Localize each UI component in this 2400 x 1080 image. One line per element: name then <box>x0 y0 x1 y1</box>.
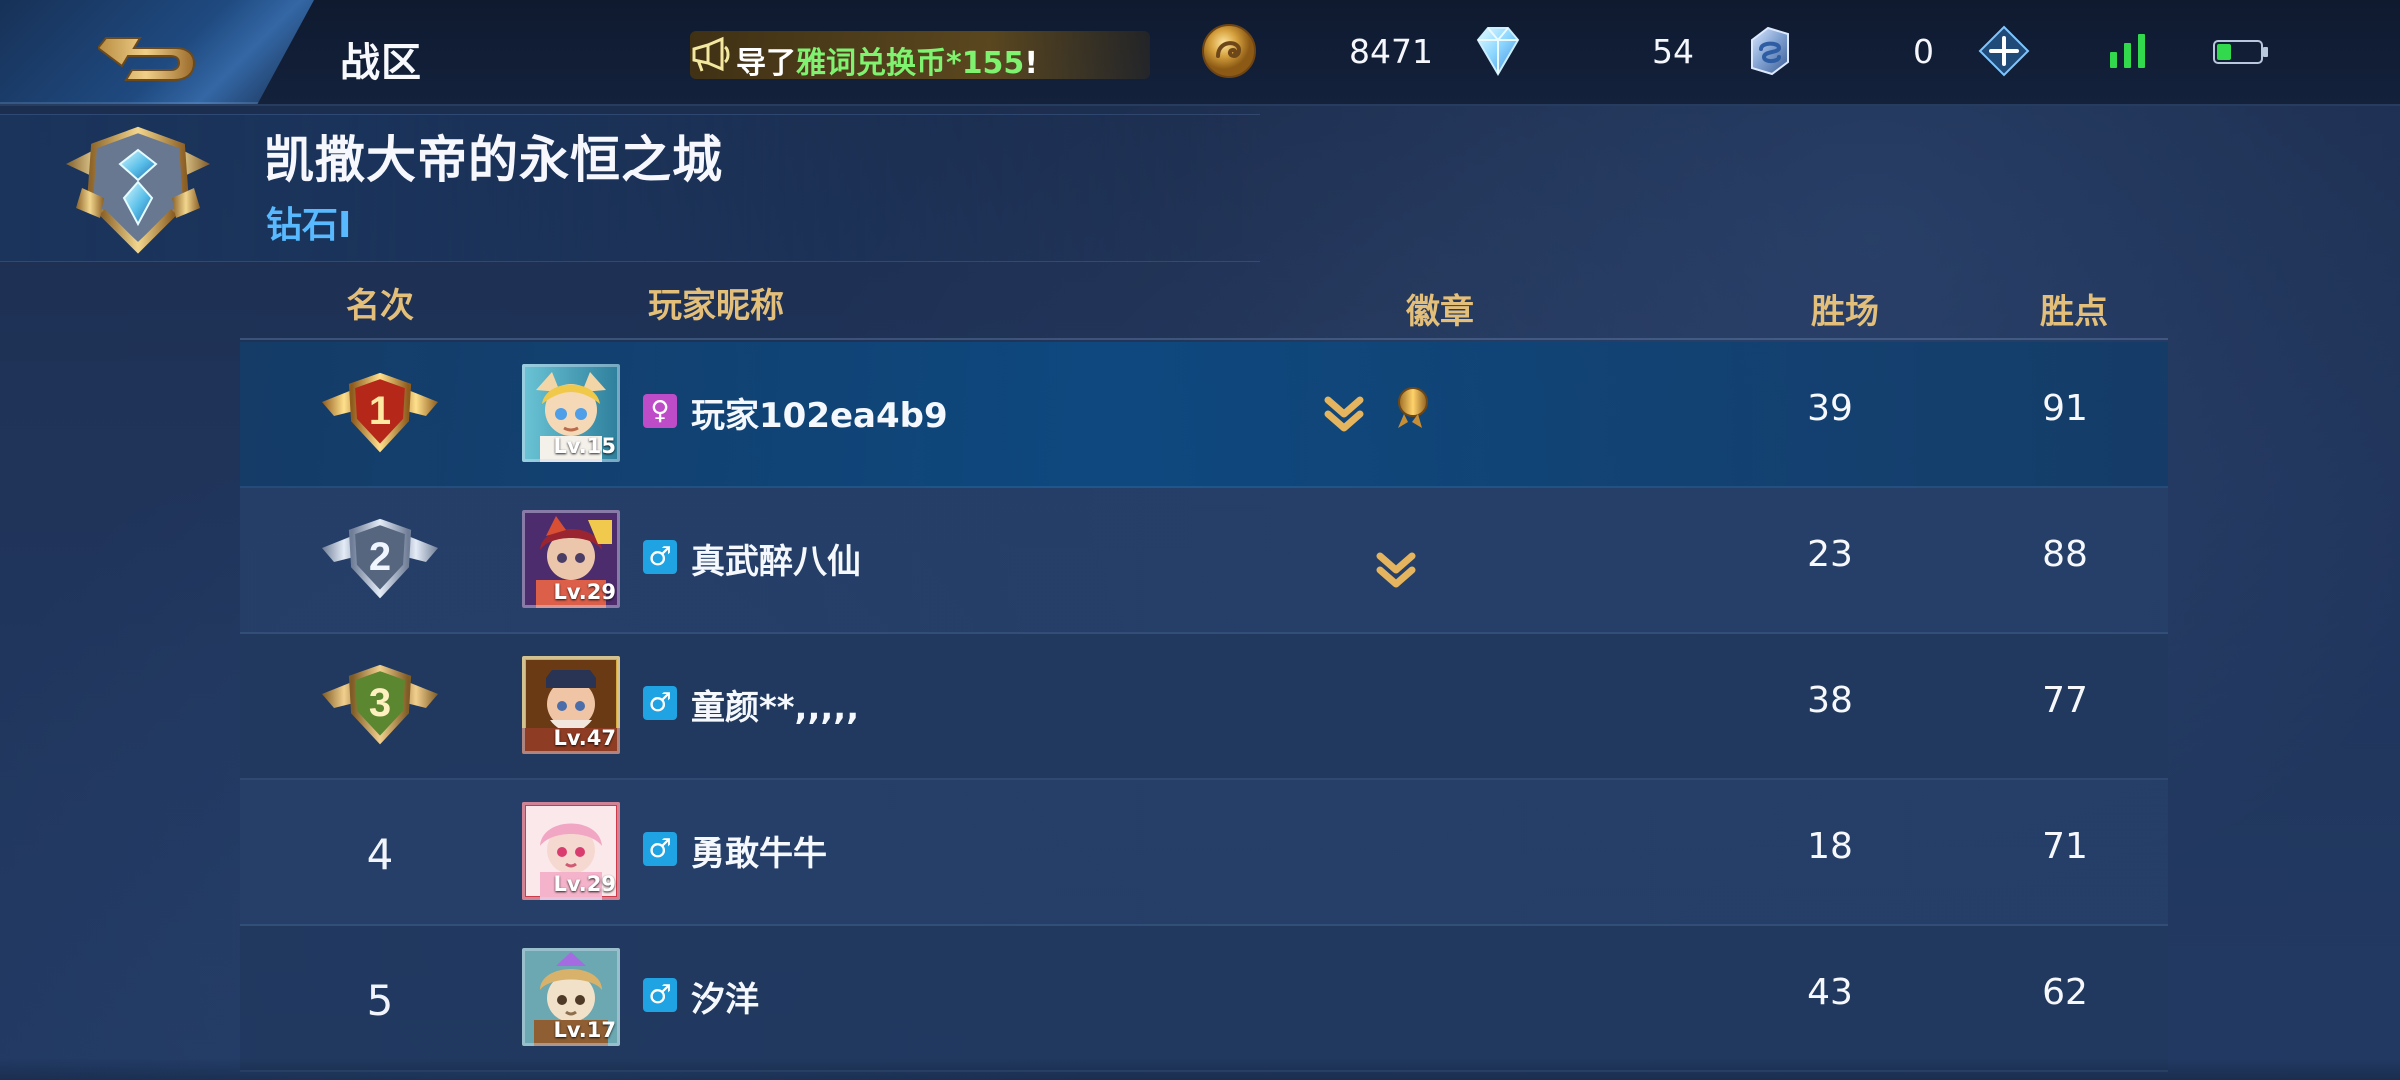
points-value: 77 <box>2042 680 2088 721</box>
rank-cell: 4 <box>310 806 450 900</box>
chevron-badge-icon <box>1376 552 1416 588</box>
points-value: 91 <box>2042 388 2088 429</box>
star-token-icon <box>1751 26 1789 76</box>
notice-suffix: ! <box>1024 46 1038 79</box>
rank-number-3: 3 <box>369 681 391 725</box>
player-name: 童颜**,,,,, <box>691 688 860 728</box>
points-value: 88 <box>2042 534 2088 575</box>
avatar-level: Lv.47 <box>553 726 616 750</box>
wins-value: 38 <box>1807 680 1853 721</box>
avatar-level: Lv.29 <box>553 872 616 896</box>
player-name: 玩家102ea4b9 <box>691 396 948 436</box>
diamond-slot: 54 <box>1468 22 1738 80</box>
top-bar: 战区 导了雅词兑换币*155! 8471 54 0 <box>0 0 2400 106</box>
rank-medal: 3 <box>310 660 450 754</box>
header-wins: 胜场 <box>1811 292 1879 332</box>
leaderboard-table: 名次 玩家昵称 徽章 胜场 胜点 1 Lv.15 ♀ 玩家102ea4b9 39… <box>240 262 2168 1080</box>
rank-number: 4 <box>366 830 394 879</box>
avatar-level: Lv.29 <box>553 580 616 604</box>
rank-number-2: 2 <box>369 535 391 579</box>
megaphone-icon <box>692 36 730 72</box>
points-value: 62 <box>2042 972 2088 1013</box>
header-player: 玩家昵称 <box>648 286 784 326</box>
back-button[interactable] <box>96 20 210 88</box>
table-header: 名次 玩家昵称 徽章 胜场 胜点 <box>240 262 2168 340</box>
male-icon: ♂ <box>643 540 677 574</box>
rank-cell: 5 <box>310 952 450 1046</box>
notice-prefix: 导了 <box>736 46 796 79</box>
gold-coin-icon <box>1202 24 1256 78</box>
medal-badge-icon <box>1398 387 1428 428</box>
bronze-rank-medal-icon: 3 <box>322 664 438 745</box>
player-name: 勇敢牛牛 <box>691 834 827 874</box>
player-name: 真武醉八仙 <box>691 542 861 582</box>
header-badges: 徽章 <box>1406 292 1474 332</box>
silver-rank-medal-icon: 2 <box>322 518 438 599</box>
header-points: 胜点 <box>2040 292 2108 332</box>
rank-medal: 2 <box>310 514 450 608</box>
table-row[interactable]: 2 Lv.29 ♂ 真武醉八仙 23 88 <box>240 488 2168 634</box>
badge-area <box>1320 380 1560 450</box>
gold-rank-medal-icon: 1 <box>322 372 438 453</box>
battery-icon <box>2213 40 2268 64</box>
notice-highlight: 雅词兑换币*155 <box>796 46 1025 79</box>
add-button[interactable] <box>1978 25 2030 77</box>
player-name: 汐洋 <box>691 980 759 1020</box>
page-tab: 战区 <box>340 40 422 86</box>
rank-number: 5 <box>366 976 394 1025</box>
diamond-icon <box>1476 27 1520 76</box>
zone-tier: 钻石I <box>266 205 352 246</box>
avatar[interactable]: Lv.29 <box>522 510 620 608</box>
rank-number-1: 1 <box>369 389 391 433</box>
avatar[interactable]: Lv.29 <box>522 802 620 900</box>
avatar[interactable]: Lv.47 <box>522 656 620 754</box>
zone-title: 凯撒大帝的永恒之城 <box>264 131 723 189</box>
diamond-rank-emblem-icon <box>66 126 210 254</box>
male-icon: ♂ <box>643 686 677 720</box>
wins-value: 43 <box>1807 972 1853 1013</box>
avatar-level: Lv.17 <box>553 1018 616 1042</box>
male-icon: ♂ <box>643 978 677 1012</box>
star-value: 0 <box>1913 32 1934 71</box>
table-row[interactable]: 4 Lv.29 ♂ 勇敢牛牛 18 71 <box>240 780 2168 926</box>
table-row[interactable]: 3 Lv.47 ♂ 童颜**,,,,, 38 77 <box>240 634 2168 780</box>
wins-value: 18 <box>1807 826 1853 867</box>
avatar-level: Lv.15 <box>553 434 616 458</box>
points-value: 71 <box>2042 826 2088 867</box>
avatar[interactable]: Lv.15 <box>522 364 620 462</box>
row-separator <box>240 1070 2168 1072</box>
notice-ticker: 导了雅词兑换币*155! <box>690 31 1150 79</box>
star-slot: 0 <box>1740 22 2030 80</box>
signal-icon <box>2110 34 2145 68</box>
wins-value: 23 <box>1807 534 1853 575</box>
back-arrow-icon <box>96 37 196 81</box>
header-rank: 名次 <box>346 286 414 326</box>
notice-text: 导了雅词兑换币*155! <box>736 38 1038 79</box>
zone-header: 凯撒大帝的永恒之城 钻石I <box>0 114 2400 264</box>
diamond-value: 54 <box>1652 32 1694 71</box>
coin-slot: 8471 <box>1200 22 1445 80</box>
rank-medal: 1 <box>310 368 450 462</box>
table-row[interactable]: 5 Lv.17 ♂ 汐洋 43 62 <box>240 926 2168 1072</box>
chevron-badge-icon <box>1324 396 1364 432</box>
badge-area <box>1320 526 1560 596</box>
male-icon: ♂ <box>643 832 677 866</box>
avatar[interactable]: Lv.17 <box>522 948 620 1046</box>
table-row[interactable]: 1 Lv.15 ♀ 玩家102ea4b9 39 91 <box>240 342 2168 488</box>
wins-value: 39 <box>1807 388 1853 429</box>
coin-value: 8471 <box>1349 32 1433 71</box>
female-icon: ♀ <box>643 394 677 428</box>
